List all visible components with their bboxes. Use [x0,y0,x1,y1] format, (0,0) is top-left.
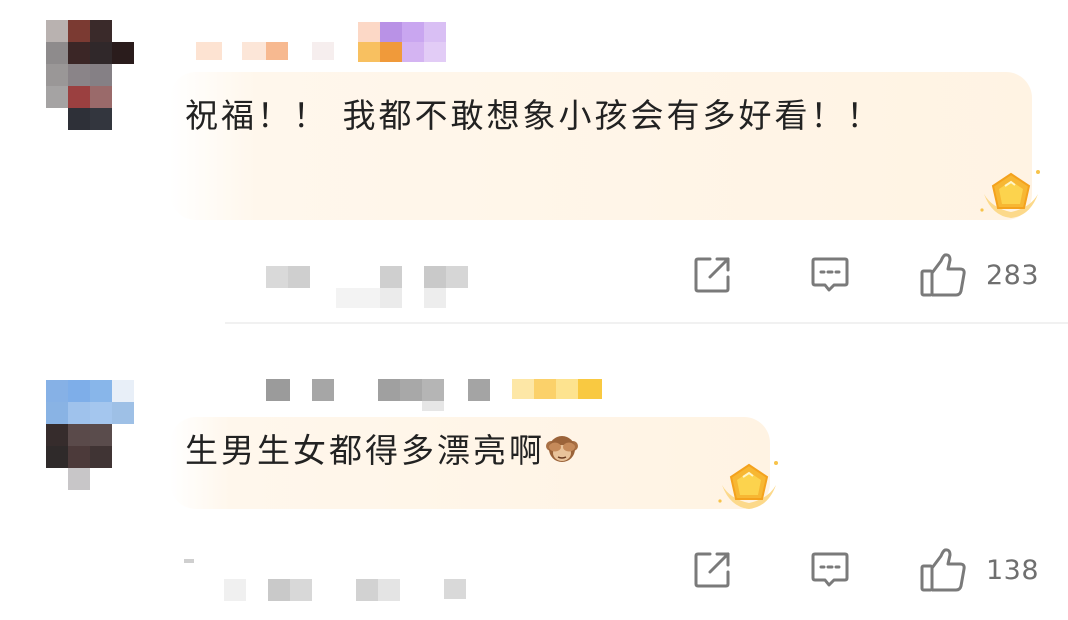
comment-text: 祝福！！ 我都不敢想象小孩会有多好看！！ [185,96,883,135]
comment-actions: 138 [690,545,1060,595]
star-badge-icon [718,461,778,509]
comment-meta [240,258,480,308]
comment-icon [811,552,849,587]
reply-button[interactable] [808,545,852,595]
share-button[interactable] [690,250,734,300]
comment-item: 祝福！！ 我都不敢想象小孩会有多好看！！ 283 [0,0,1068,325]
like-count: 283 [986,259,1040,291]
comment-icon [811,257,849,292]
comment-meta [180,553,480,603]
thumbs-up-icon [920,253,966,297]
share-icon [694,257,730,293]
divider [225,322,1068,324]
see-no-evil-monkey-icon [546,436,578,462]
comment-text: 生男生女都得多漂亮啊 [185,431,705,471]
thumbs-up-icon [920,548,966,592]
share-button[interactable] [690,545,734,595]
reply-button[interactable] [808,250,852,300]
like-button[interactable]: 283 [918,250,1039,300]
username[interactable] [196,20,456,64]
avatar[interactable] [46,20,134,130]
star-badge-icon [980,170,1040,218]
comment-item: 生男生女都得多漂亮啊 138 [0,325,1068,620]
avatar[interactable] [46,380,134,490]
share-icon [694,552,730,588]
comment-text-content: 生男生女都得多漂亮啊 [185,431,545,470]
username[interactable] [266,377,606,421]
like-button[interactable]: 138 [918,545,1039,595]
comment-actions: 283 [690,250,1060,300]
like-count: 138 [986,554,1040,586]
